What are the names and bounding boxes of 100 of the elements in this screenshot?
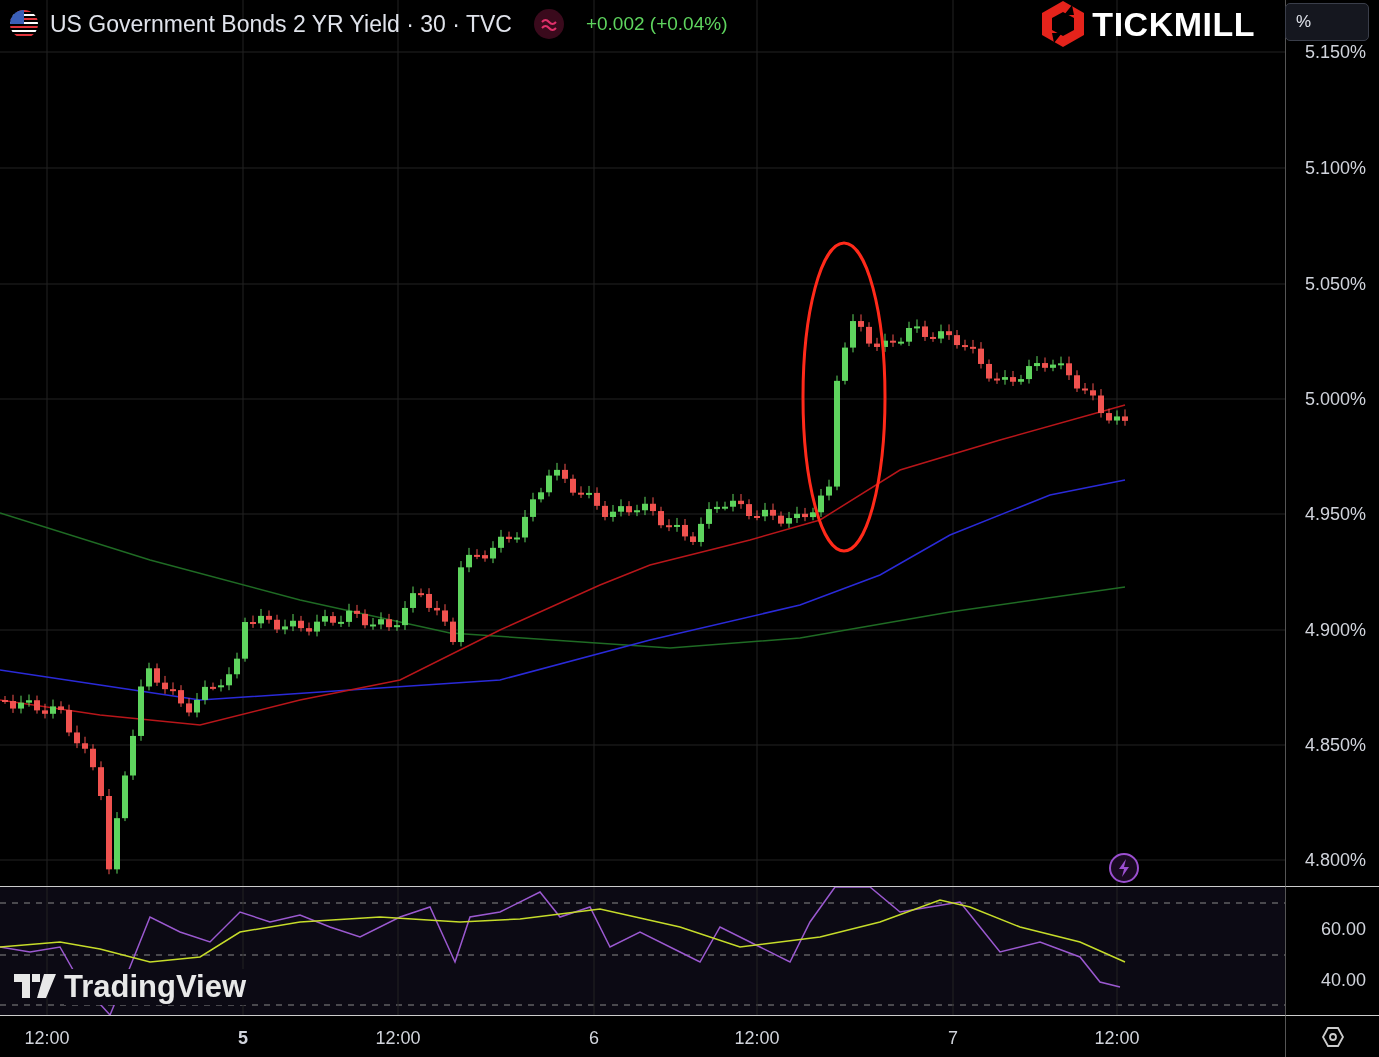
candlestick (906, 321, 912, 347)
candlestick (290, 613, 296, 632)
candlestick (90, 743, 96, 771)
candlestick (770, 503, 776, 521)
unit-field[interactable]: % (1285, 3, 1369, 41)
candlestick (778, 511, 784, 527)
candlestick (58, 700, 64, 715)
candlestick (1090, 382, 1096, 401)
candlestick (722, 501, 728, 511)
candlestick (962, 339, 968, 352)
candlestick (650, 496, 656, 517)
logo-icon (14, 974, 58, 1000)
candlestick (522, 509, 528, 543)
candlestick (890, 333, 896, 348)
indicator-button[interactable] (533, 9, 564, 39)
candlestick (554, 462, 560, 481)
wave-icon (540, 17, 557, 31)
candlestick (1074, 369, 1080, 393)
candlestick (938, 324, 944, 344)
candlestick (26, 694, 32, 708)
candlestick (970, 339, 976, 354)
price-label: 4.950% (1304, 503, 1366, 525)
candlestick (234, 652, 240, 679)
candlestick (450, 617, 456, 646)
candlestick (186, 697, 192, 717)
candlestick (42, 703, 48, 719)
candlestick (1002, 369, 1008, 386)
candlestick (514, 531, 520, 544)
candlestick (426, 587, 432, 613)
candlestick (18, 695, 24, 714)
flag-icon (10, 10, 38, 38)
indicator-label: 40.00 (1320, 969, 1366, 991)
candlestick (658, 506, 664, 529)
candlestick (538, 487, 544, 503)
candlestick (578, 485, 584, 499)
price-label: 4.900% (1304, 619, 1366, 641)
candlestick (858, 313, 864, 332)
settings-icon[interactable] (1320, 1024, 1345, 1049)
candlestick (274, 614, 280, 634)
candlestick (1042, 357, 1048, 373)
candlestick (338, 615, 344, 628)
candlestick (386, 613, 392, 632)
candlestick (210, 682, 216, 691)
candlestick (634, 504, 640, 517)
candlestick (930, 331, 936, 343)
candlestick (418, 588, 424, 598)
price-label: 4.850% (1304, 734, 1366, 756)
candlestick (1034, 355, 1040, 372)
candlestick (402, 600, 408, 631)
candlestick (1018, 374, 1024, 386)
candlestick (266, 609, 272, 625)
candlestick (1106, 408, 1112, 424)
candlestick (978, 341, 984, 369)
price-label: 4.800% (1304, 849, 1366, 871)
candlestick (954, 329, 960, 350)
candlestick (570, 474, 576, 497)
candlestick (66, 704, 72, 737)
candlestick (298, 615, 304, 632)
candlestick (818, 488, 824, 518)
candlestick (162, 675, 168, 695)
candlestick (1066, 356, 1072, 381)
candlestick (154, 662, 160, 687)
candlestick (362, 608, 368, 629)
lightning-icon[interactable] (1108, 852, 1140, 884)
candlestick (258, 608, 264, 629)
candlestick (322, 609, 328, 627)
candlestick (394, 619, 400, 632)
brand-name: TICKMILL (1092, 4, 1255, 44)
candlestick (714, 500, 720, 514)
time-label: 7 (948, 1028, 958, 1049)
candlestick (826, 479, 832, 501)
candlestick (618, 498, 624, 517)
candlestick (810, 507, 816, 521)
candlestick (698, 516, 704, 547)
candlestick (762, 502, 768, 522)
candlestick (82, 736, 88, 754)
candlestick (586, 485, 592, 499)
candlestick (914, 318, 920, 334)
candlestick (50, 699, 56, 720)
candlestick (410, 586, 416, 614)
candlestick (242, 617, 248, 663)
candlestick (370, 617, 376, 631)
price-label: 5.100% (1304, 157, 1366, 179)
candlestick (626, 500, 632, 517)
candlestick (130, 729, 136, 781)
candlestick (306, 622, 312, 636)
indicator-label: 60.00 (1320, 918, 1366, 940)
candlestick (850, 313, 856, 353)
candlestick (218, 678, 224, 692)
candlestick (250, 615, 256, 629)
candlestick (666, 518, 672, 532)
candlestick (794, 506, 800, 524)
candlestick (282, 619, 288, 635)
candlestick (194, 692, 200, 718)
candlestick (882, 333, 888, 353)
candlestick (490, 540, 496, 564)
candlestick (226, 666, 232, 691)
candlestick (530, 492, 536, 522)
candlestick (98, 760, 104, 801)
candlestick (202, 679, 208, 705)
